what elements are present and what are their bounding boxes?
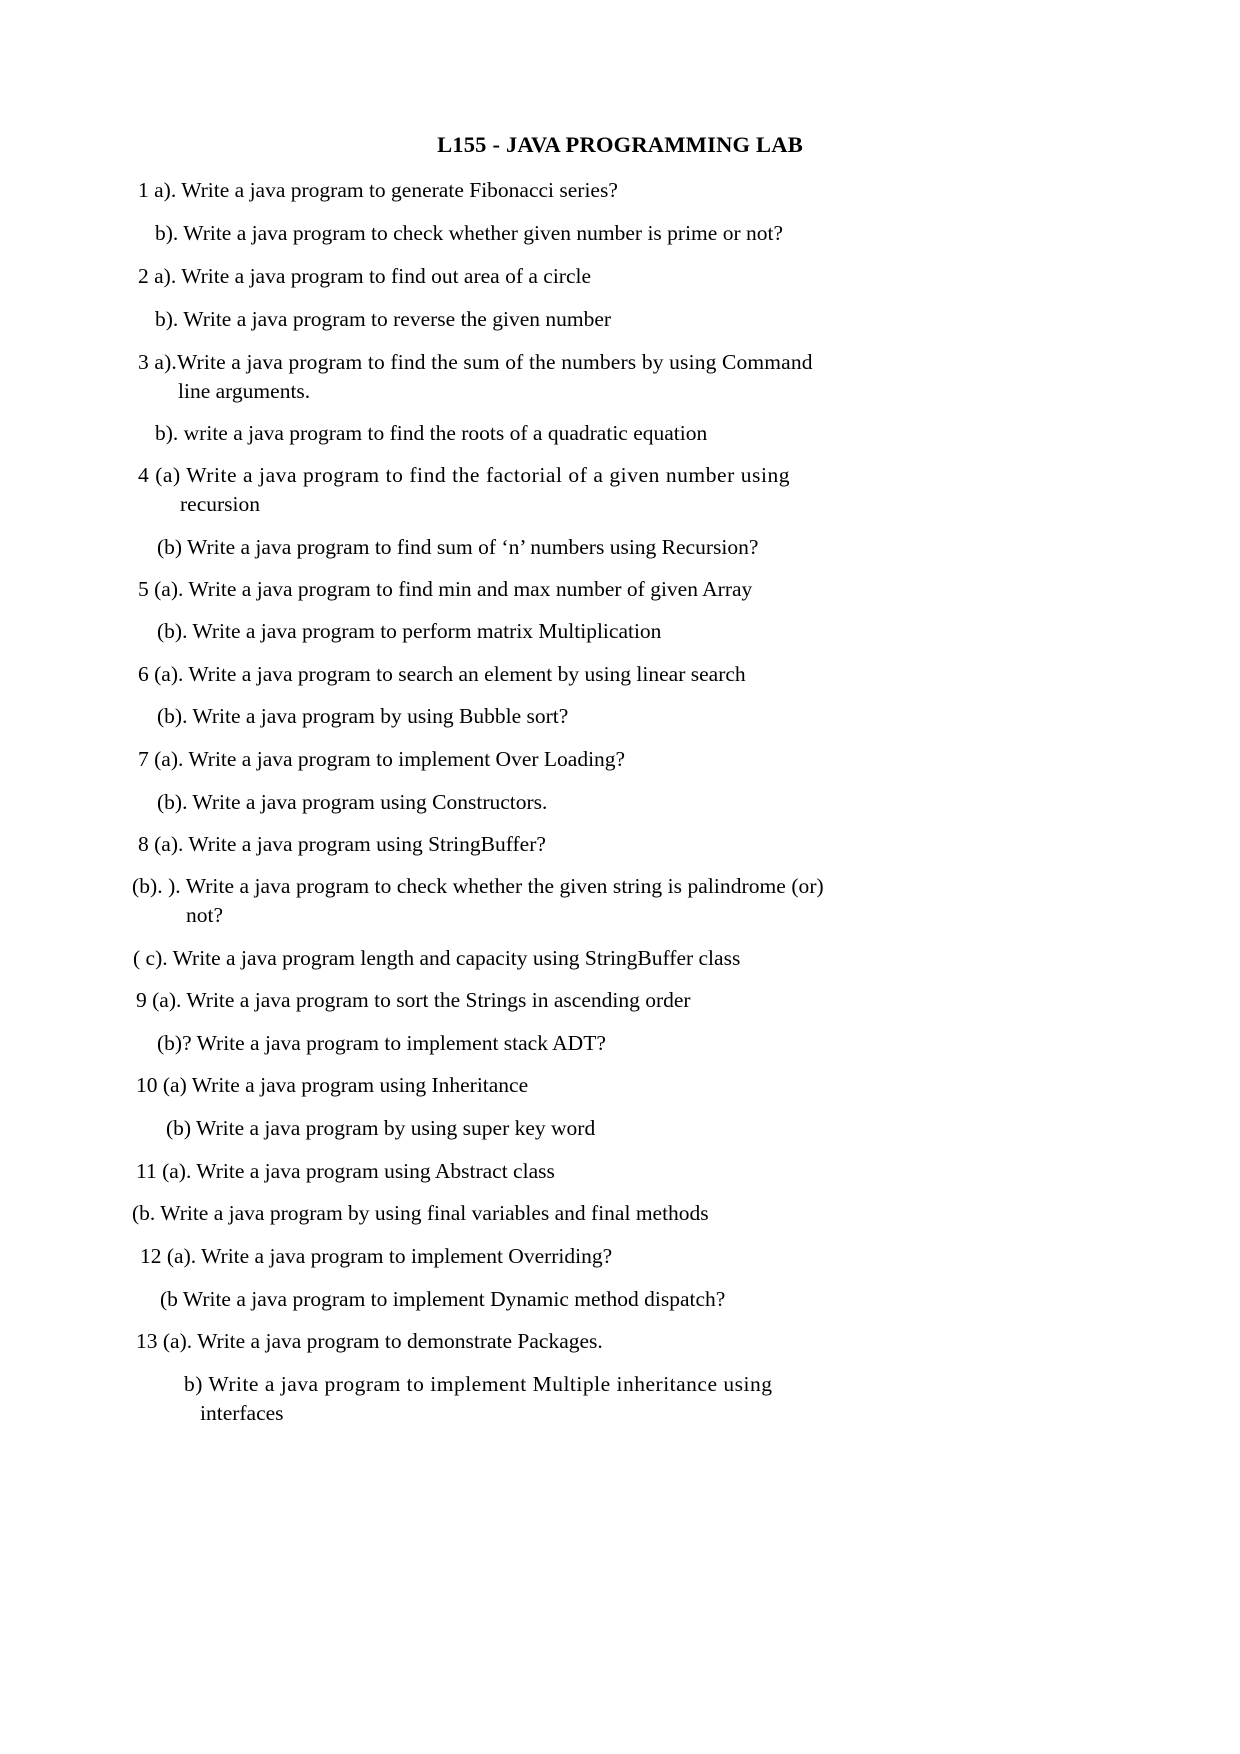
question-3b: b). write a java program to find the roo…	[155, 421, 708, 445]
question-4b: (b) Write a java program to find sum of …	[157, 535, 759, 559]
question-5b: (b). Write a java program to perform mat…	[157, 619, 662, 643]
question-9b: (b)? Write a java program to implement s…	[157, 1031, 606, 1055]
question-7a: 7 (a). Write a java program to implement…	[138, 747, 626, 771]
question-4a-line-2: recursion	[180, 492, 260, 516]
question-2b: b). Write a java program to reverse the …	[155, 307, 612, 331]
question-2a: 2 a). Write a java program to find out a…	[138, 264, 592, 288]
question-6b: (b). Write a java program by using Bubbl…	[157, 704, 569, 728]
question-8b-line-1: (b). ). Write a java program to check wh…	[132, 874, 824, 898]
question-5a: 5 (a). Write a java program to find min …	[138, 577, 753, 601]
question-13b-line-2: interfaces	[200, 1401, 284, 1425]
question-8c: ( c). Write a java program length and ca…	[133, 946, 741, 970]
question-12a: 12 (a). Write a java program to implemen…	[140, 1244, 613, 1268]
question-12b: (b Write a java program to implement Dyn…	[160, 1287, 726, 1311]
question-11a: 11 (a). Write a java program using Abstr…	[136, 1159, 555, 1183]
question-8b-line-2: not?	[186, 903, 224, 927]
question-3a-line-1: 3 a).Write a java program to find the su…	[138, 350, 813, 374]
question-10b: (b) Write a java program by using super …	[166, 1116, 596, 1140]
question-10a: 10 (a) Write a java program using Inheri…	[136, 1073, 529, 1097]
question-6a: 6 (a). Write a java program to search an…	[138, 662, 746, 686]
question-13b-line-1: b) Write a java program to implement Mul…	[184, 1372, 773, 1396]
question-8a: 8 (a). Write a java program using String…	[138, 832, 546, 856]
question-3a-line-2: line arguments.	[178, 379, 311, 403]
question-7b: (b). Write a java program using Construc…	[157, 790, 548, 814]
question-1b: b). Write a java program to check whethe…	[155, 221, 783, 245]
question-13a: 13 (a). Write a java program to demonstr…	[136, 1329, 603, 1353]
document-page: L155 - JAVA PROGRAMMING LAB 1 a). Write …	[0, 0, 1240, 1754]
question-1a: 1 a). Write a java program to generate F…	[138, 178, 618, 202]
question-11b: (b. Write a java program by using final …	[132, 1201, 709, 1225]
question-4a-line-1: 4 (a) Write a java program to find the f…	[138, 463, 791, 487]
question-9a: 9 (a). Write a java program to sort the …	[136, 988, 691, 1012]
page-title: L155 - JAVA PROGRAMMING LAB	[437, 132, 803, 157]
